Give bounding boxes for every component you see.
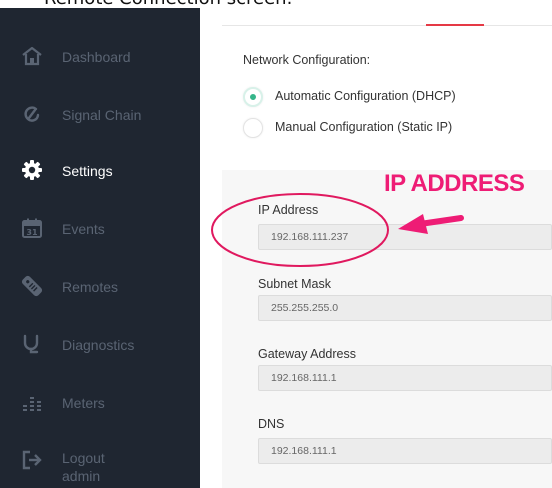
- top-caption: Remote Connection screen.: [0, 0, 552, 8]
- sidebar-item-label: Logout: [62, 450, 105, 466]
- settings-main: Network Configuration: Automatic Configu…: [200, 8, 552, 488]
- sidebar-item-signal-chain[interactable]: Signal Chain: [0, 86, 200, 144]
- sidebar-item-meters[interactable]: Meters: [0, 374, 200, 432]
- network-fields-panel: IP Address Subnet Mask Gateway Address D…: [222, 170, 552, 488]
- gear-icon: [20, 158, 44, 182]
- radio-static-ip[interactable]: [243, 118, 263, 138]
- active-tab-indicator: [426, 24, 484, 26]
- gateway-address-field[interactable]: [258, 365, 552, 391]
- remote-icon: [20, 274, 44, 298]
- tab-strip: [222, 8, 552, 26]
- radio-dhcp[interactable]: [243, 87, 263, 107]
- dns-field[interactable]: [258, 438, 552, 464]
- ip-address-annotation: IP ADDRESS: [384, 170, 525, 197]
- sidebar-item-label: Settings: [62, 163, 113, 179]
- logged-in-user: admin: [62, 468, 101, 484]
- sidebar-item-remotes[interactable]: Remotes: [0, 258, 200, 316]
- signal-chain-icon: [20, 102, 44, 126]
- home-icon: [20, 44, 44, 68]
- subnet-mask-field[interactable]: [258, 295, 552, 321]
- logout-icon: [20, 448, 44, 472]
- sidebar-item-logout[interactable]: Logout admin: [0, 432, 200, 488]
- gateway-address-label: Gateway Address: [258, 347, 356, 361]
- dns-label: DNS: [258, 417, 285, 431]
- sidebar-item-settings[interactable]: Settings: [0, 142, 200, 200]
- sidebar-item-dashboard[interactable]: Dashboard: [0, 28, 200, 86]
- sidebar-item-diagnostics[interactable]: Diagnostics: [0, 316, 200, 374]
- ip-address-label: IP Address: [258, 203, 319, 217]
- sidebar-item-label: Signal Chain: [62, 107, 142, 123]
- stethoscope-icon: [20, 332, 44, 356]
- subnet-mask-label: Subnet Mask: [258, 277, 331, 291]
- network-config-title: Network Configuration:: [243, 53, 371, 67]
- radio-static-ip-label[interactable]: Manual Configuration (Static IP): [275, 120, 452, 134]
- meters-icon: [20, 390, 44, 414]
- ip-address-field[interactable]: [258, 224, 552, 250]
- sidebar-item-label: Dashboard: [62, 49, 131, 65]
- sidebar-item-label: Remotes: [62, 279, 119, 295]
- sidebar-item-label: Events: [62, 221, 105, 237]
- calendar-icon: 31: [20, 216, 44, 240]
- caption-text: Remote Connection screen.: [44, 0, 292, 8]
- calendar-day-text: 31: [26, 228, 38, 237]
- sidebar: Dashboard Signal Chain Settings 31 Event…: [0, 8, 200, 488]
- radio-dhcp-label[interactable]: Automatic Configuration (DHCP): [275, 89, 456, 103]
- sidebar-item-label: Meters: [62, 395, 105, 411]
- sidebar-item-label: Diagnostics: [62, 337, 135, 353]
- sidebar-item-events[interactable]: 31 Events: [0, 200, 200, 258]
